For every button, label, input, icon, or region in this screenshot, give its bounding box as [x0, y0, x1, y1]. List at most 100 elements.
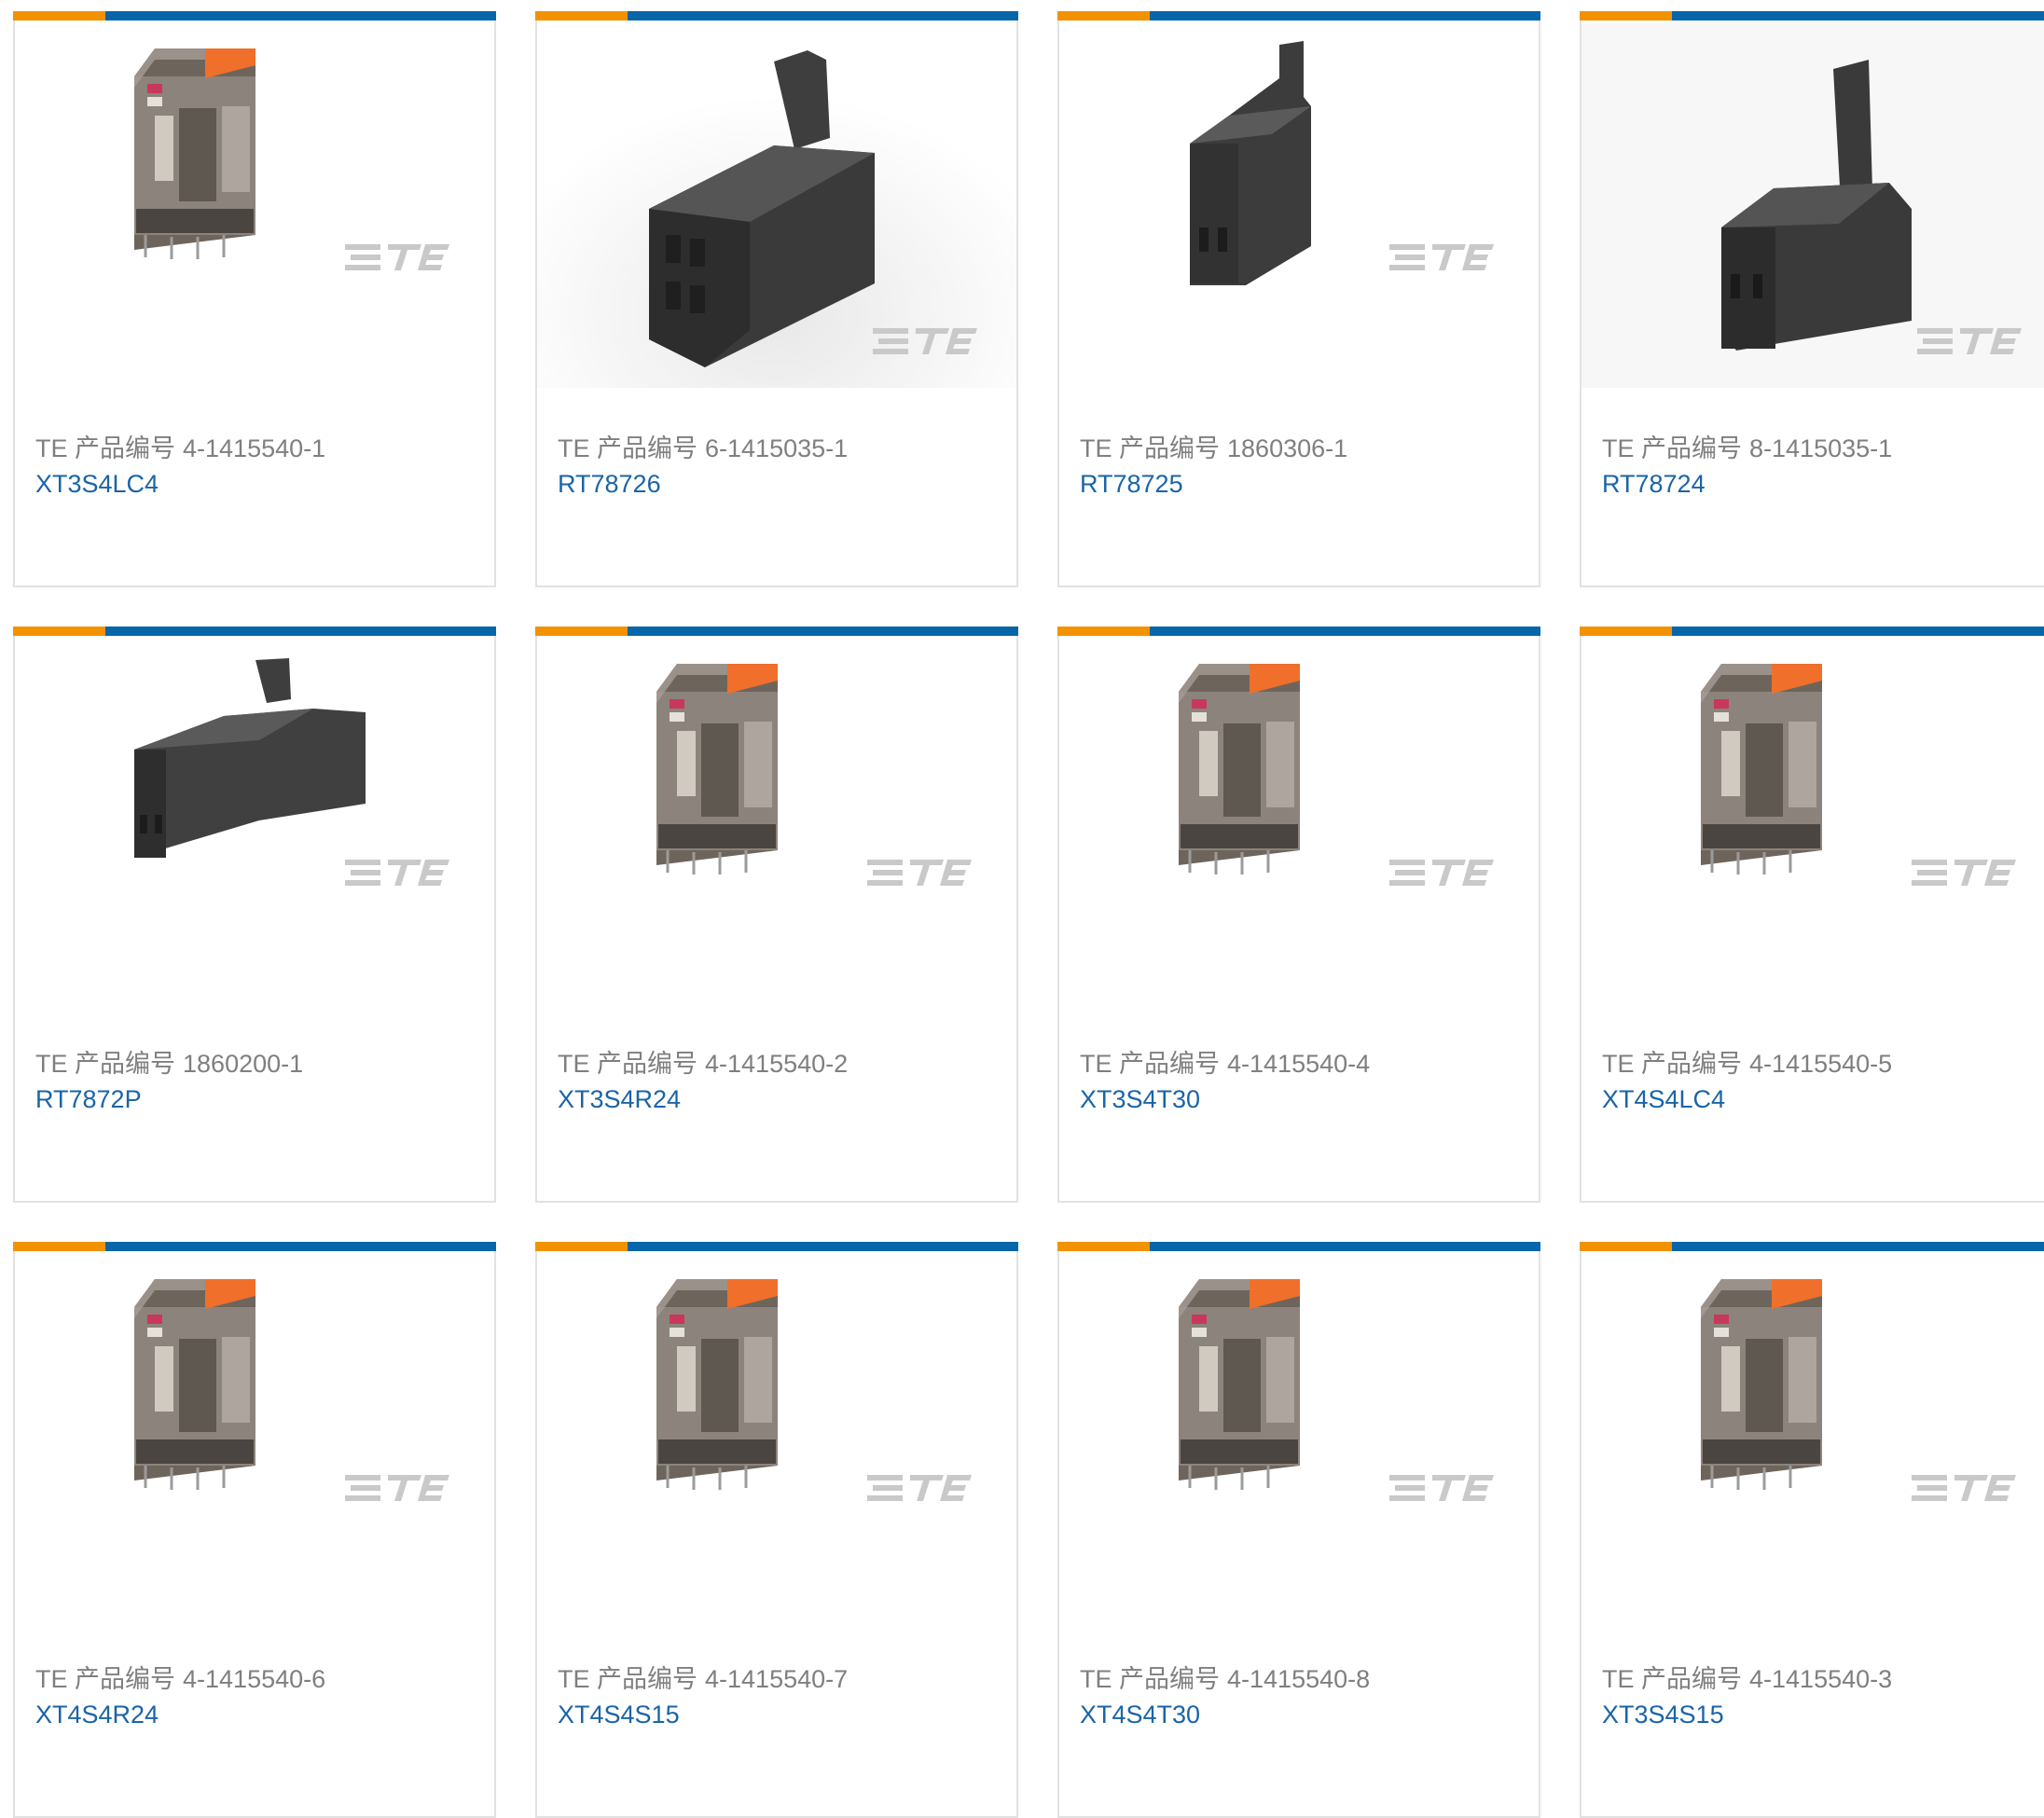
card-accent-bar	[13, 11, 496, 21]
product-card-xt4s4lc4[interactable]: TE 产品编号 4-1415540-5 XT4S4LC4	[1580, 627, 2044, 1203]
relay-icon	[1701, 1279, 2016, 1501]
te-watermark	[1389, 860, 1494, 886]
product-image[interactable]	[1059, 638, 1539, 1003]
product-image[interactable]	[1581, 638, 2044, 1003]
product-card-rt78726[interactable]: TE 产品编号 6-1415035-1 RT78726	[535, 11, 1018, 587]
part-number-label: TE 产品编号	[1602, 1050, 1743, 1078]
product-card-xt4s4s15[interactable]: TE 产品编号 4-1415540-7 XT4S4S15	[535, 1242, 1018, 1818]
part-number-label: TE 产品编号	[35, 434, 176, 462]
te-watermark	[867, 1475, 972, 1501]
part-number-value: 6-1415035-1	[705, 434, 849, 462]
te-watermark	[1389, 244, 1494, 270]
relay-socket-icon	[537, 22, 1016, 388]
part-number-line: TE 产品编号 4-1415540-1	[35, 428, 325, 464]
relay-icon	[656, 664, 972, 886]
part-number-label: TE 产品编号	[1080, 1050, 1221, 1078]
product-image[interactable]	[15, 638, 494, 1003]
product-model-link[interactable]: RT78725	[1080, 470, 1183, 499]
relay-icon	[1701, 664, 2016, 886]
part-number-line: TE 产品编号 8-1415035-1	[1602, 428, 1892, 464]
card-accent-bar	[13, 627, 496, 636]
product-model-link[interactable]: XT3S4LC4	[35, 470, 159, 499]
part-number-label: TE 产品编号	[1080, 1665, 1221, 1693]
part-number-value: 4-1415540-2	[705, 1050, 849, 1078]
part-number-value: 8-1415035-1	[1749, 434, 1893, 462]
product-card-xt3s4t30[interactable]: TE 产品编号 4-1415540-4 XT3S4T30	[1057, 627, 1540, 1203]
part-number-line: TE 产品编号 1860306-1	[1080, 428, 1347, 464]
card-accent-bar	[535, 1242, 1018, 1251]
part-number-line: TE 产品编号 4-1415540-3	[1602, 1659, 1892, 1695]
product-card-xt3s4r24[interactable]: TE 产品编号 4-1415540-2 XT3S4R24	[535, 627, 1018, 1203]
part-number-label: TE 产品编号	[558, 434, 698, 462]
part-number-label: TE 产品编号	[558, 1050, 698, 1078]
product-image[interactable]	[537, 638, 1016, 1003]
relay-socket-icon	[1581, 22, 2044, 388]
product-card-rt78725[interactable]: TE 产品编号 1860306-1 RT78725	[1057, 11, 1540, 587]
product-model-link[interactable]: RT78724	[1602, 470, 1706, 499]
product-model-link[interactable]: XT4S4LC4	[1602, 1085, 1725, 1114]
product-model-link[interactable]: RT78726	[558, 470, 661, 499]
product-image[interactable]	[15, 1253, 494, 1618]
card-accent-bar	[1057, 627, 1540, 636]
product-card-rt78724[interactable]: TE 产品编号 8-1415035-1 RT78724	[1580, 11, 2044, 587]
product-model-link[interactable]: XT3S4T30	[1080, 1085, 1200, 1114]
part-number-line: TE 产品编号 4-1415540-2	[558, 1043, 848, 1080]
part-number-value: 4-1415540-4	[1227, 1050, 1371, 1078]
relay-icon	[134, 48, 449, 270]
part-number-value: 1860306-1	[1227, 434, 1348, 462]
te-watermark	[345, 244, 449, 270]
product-grid: TE 产品编号 4-1415540-1 XT3S4LC4 TE 产品编号 6-141…	[13, 11, 2044, 1818]
product-card-xt3s4lc4[interactable]: TE 产品编号 4-1415540-1 XT3S4LC4	[13, 11, 496, 587]
part-number-label: TE 产品编号	[558, 1665, 698, 1693]
part-number-line: TE 产品编号 1860200-1	[35, 1043, 303, 1080]
part-number-value: 4-1415540-5	[1749, 1050, 1893, 1078]
te-watermark	[1912, 860, 2016, 886]
product-image[interactable]	[537, 22, 1016, 388]
card-accent-bar	[1580, 11, 2044, 21]
product-card-xt4s4t30[interactable]: TE 产品编号 4-1415540-8 XT4S4T30	[1057, 1242, 1540, 1818]
part-number-label: TE 产品编号	[35, 1665, 176, 1693]
part-number-label: TE 产品编号	[1602, 434, 1743, 462]
te-watermark	[1389, 1475, 1494, 1501]
card-accent-bar	[535, 11, 1018, 21]
relay-icon	[656, 1279, 972, 1501]
relay-socket-icon	[1190, 41, 1494, 285]
product-model-link[interactable]: XT3S4S15	[1602, 1701, 1724, 1729]
product-image[interactable]	[15, 22, 494, 388]
product-image[interactable]	[1581, 1253, 2044, 1618]
card-accent-bar	[535, 627, 1018, 636]
product-image[interactable]	[1059, 1253, 1539, 1618]
te-watermark	[345, 1475, 449, 1501]
product-image[interactable]	[1059, 22, 1539, 388]
part-number-value: 4-1415540-7	[705, 1665, 849, 1693]
card-accent-bar	[1580, 627, 2044, 636]
product-image[interactable]	[1581, 22, 2044, 388]
part-number-value: 4-1415540-6	[183, 1665, 326, 1693]
relay-socket-icon	[134, 658, 449, 886]
product-card-xt4s4r24[interactable]: TE 产品编号 4-1415540-6 XT4S4R24	[13, 1242, 496, 1818]
part-number-value: 1860200-1	[183, 1050, 304, 1078]
part-number-value: 4-1415540-1	[183, 434, 326, 462]
card-accent-bar	[1580, 1242, 2044, 1251]
card-accent-bar	[1057, 11, 1540, 21]
part-number-line: TE 产品编号 4-1415540-7	[558, 1659, 848, 1695]
part-number-label: TE 产品编号	[35, 1050, 176, 1078]
part-number-label: TE 产品编号	[1602, 1665, 1743, 1693]
product-model-link[interactable]: RT7872P	[35, 1085, 142, 1114]
product-model-link[interactable]: XT3S4R24	[558, 1085, 681, 1114]
part-number-line: TE 产品编号 4-1415540-8	[1080, 1659, 1370, 1695]
part-number-label: TE 产品编号	[1080, 434, 1221, 462]
product-model-link[interactable]: XT4S4R24	[35, 1701, 159, 1729]
product-model-link[interactable]: XT4S4S15	[558, 1701, 680, 1729]
part-number-value: 4-1415540-3	[1749, 1665, 1893, 1693]
product-model-link[interactable]: XT4S4T30	[1080, 1701, 1200, 1729]
part-number-line: TE 产品编号 4-1415540-6	[35, 1659, 325, 1695]
relay-icon	[134, 1279, 449, 1501]
te-watermark	[1912, 1475, 2016, 1501]
te-watermark	[345, 860, 449, 886]
product-image[interactable]	[537, 1253, 1016, 1618]
product-card-xt3s4s15[interactable]: TE 产品编号 4-1415540-3 XT3S4S15	[1580, 1242, 2044, 1818]
card-accent-bar	[13, 1242, 496, 1251]
product-card-rt7872p[interactable]: TE 产品编号 1860200-1 RT7872P	[13, 627, 496, 1203]
relay-icon	[1179, 1279, 1494, 1501]
